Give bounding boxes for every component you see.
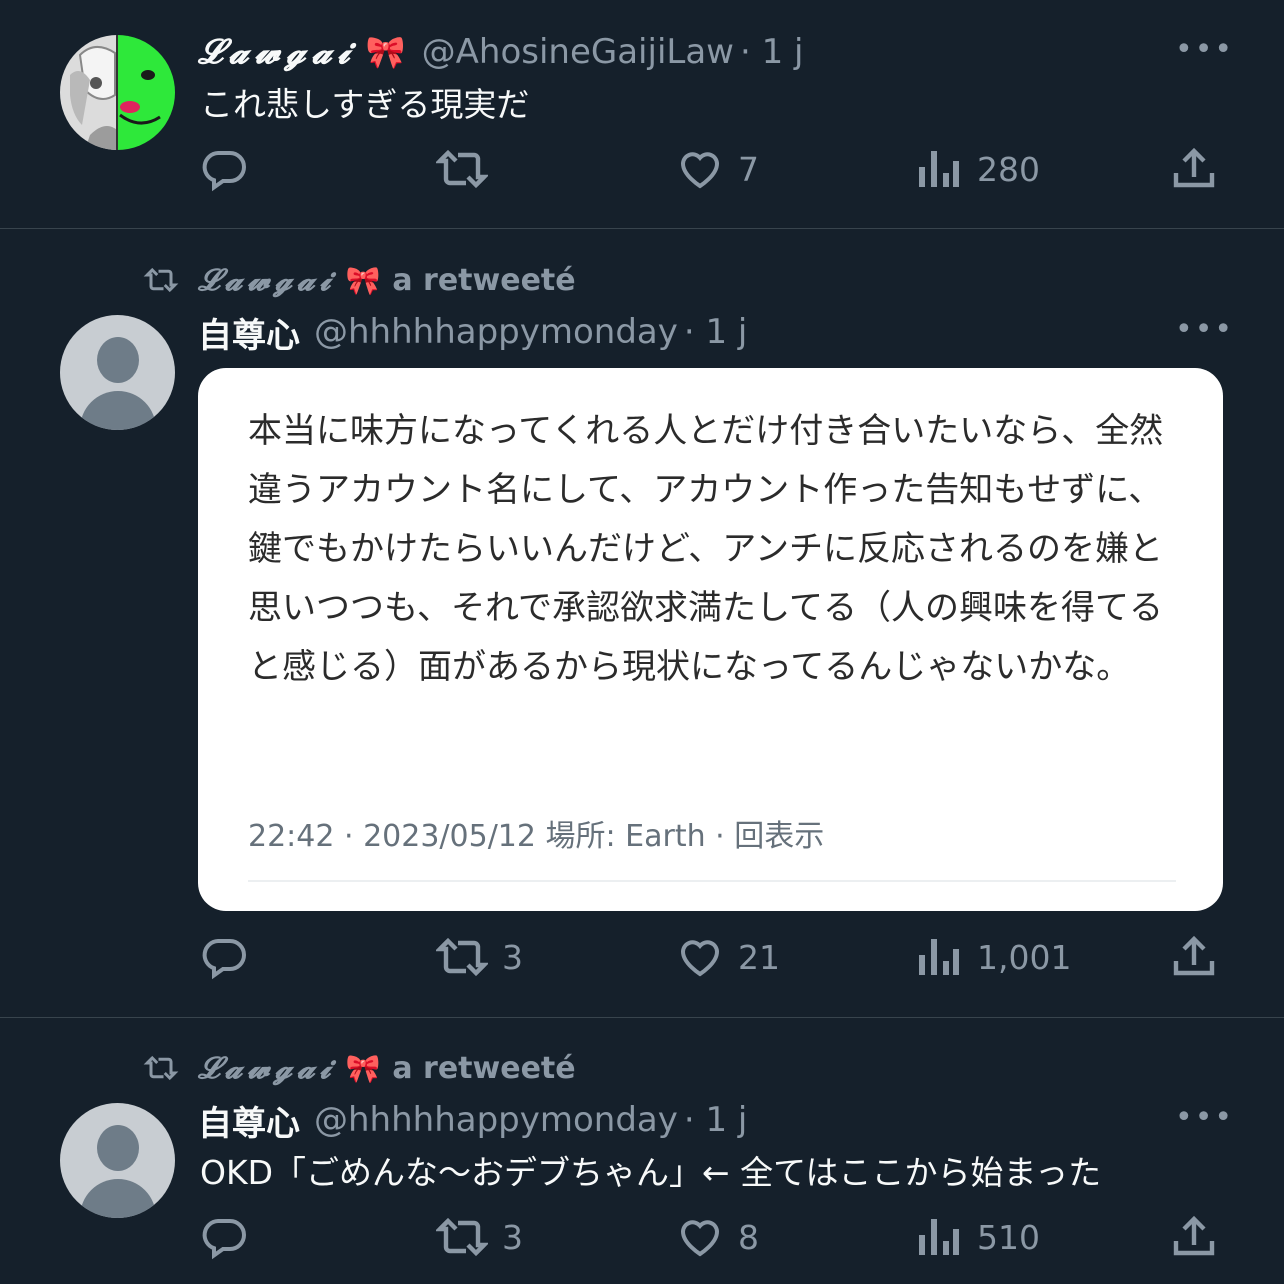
tweet-header: 自尊心 @hhhhhappymonday · 1 j — [198, 307, 747, 357]
reply-icon — [202, 151, 246, 192]
views-chart-icon — [919, 939, 959, 975]
avatar[interactable] — [60, 35, 175, 150]
retweet-icon — [436, 1217, 488, 1257]
tweet-time[interactable]: · 1 j — [684, 1100, 748, 1140]
tweet-text: これ悲しすぎる現実だ — [200, 85, 530, 124]
views-count: 1,001 — [977, 937, 1072, 977]
retweet-context: 𝓛𝓪𝔀𝓰𝓪𝓲 🎀 a retweeté — [142, 1046, 576, 1090]
views-chart-icon — [919, 1219, 959, 1255]
like-button[interactable]: 8 — [676, 1212, 759, 1262]
display-name[interactable]: 自尊心 — [198, 1096, 300, 1145]
display-name[interactable]: 𝓛𝓪𝔀𝓰𝓪𝓲 — [198, 32, 356, 72]
views-chart-icon — [919, 151, 959, 187]
default-avatar-head — [97, 337, 139, 383]
tweet-actions: 3 8 510 — [0, 1212, 1284, 1262]
like-button[interactable]: 7 — [676, 144, 759, 194]
user-handle[interactable]: @hhhhhappymonday — [314, 1100, 678, 1140]
reply-button[interactable] — [200, 932, 262, 982]
more-options-icon[interactable]: ••• — [1175, 1103, 1232, 1133]
heart-icon — [680, 1220, 720, 1257]
tweet-header: 𝓛𝓪𝔀𝓰𝓪𝓲 🎀 @AhosineGaijiLaw · 1 j — [198, 27, 804, 77]
share-button[interactable] — [1170, 932, 1218, 982]
heart-icon — [680, 940, 720, 977]
reply-icon — [202, 939, 246, 980]
retweet-button[interactable]: 3 — [436, 1212, 523, 1262]
like-count: 7 — [738, 149, 759, 189]
retweet-label: a retweeté — [392, 1050, 576, 1086]
avatar-image — [60, 35, 175, 150]
retweet-icon — [436, 937, 488, 977]
default-avatar-head — [97, 1125, 139, 1171]
screenshot-card[interactable]: 本当に味方になってくれる人とだけ付き合いたいなら、全然違うアカウント名にして、ア… — [198, 368, 1223, 911]
retweet-icon — [143, 1055, 179, 1081]
tweet-actions: 7 280 — [0, 144, 1284, 194]
views-button[interactable]: 280 — [915, 144, 1040, 194]
card-meta: 22:42 · 2023/05/12 場所: Earth · 回表示 — [248, 819, 825, 854]
more-options-icon[interactable]: ••• — [1175, 315, 1232, 345]
card-text: 本当に味方になってくれる人とだけ付き合いたいなら、全然違うアカウント名にして、ア… — [248, 411, 1164, 687]
share-icon — [1173, 1215, 1215, 1256]
reply-icon — [202, 1219, 246, 1260]
user-handle[interactable]: @AhosineGaijiLaw — [422, 32, 734, 72]
avatar[interactable] — [60, 1103, 175, 1218]
views-button[interactable]: 510 — [915, 1212, 1040, 1262]
tweet-text: OKD「ごめんな〜おデブちゃん」← 全てはここから始まった — [200, 1153, 1102, 1192]
retweeter-name[interactable]: 𝓛𝓪𝔀𝓰𝓪𝓲 — [198, 1051, 335, 1086]
retweet-context: 𝓛𝓪𝔀𝓰𝓪𝓲 🎀 a retweeté — [142, 258, 576, 302]
reply-button[interactable] — [200, 144, 262, 194]
retweet-icon — [143, 267, 179, 293]
share-button[interactable] — [1170, 1212, 1218, 1262]
retweet-label: a retweeté — [392, 262, 576, 298]
bow-emoji: 🎀 — [365, 33, 406, 71]
views-count: 280 — [977, 149, 1040, 189]
card-divider — [248, 880, 1176, 882]
tweet-time[interactable]: · 1 j — [740, 32, 804, 72]
like-count: 21 — [738, 937, 780, 977]
retweet-count: 3 — [502, 1217, 523, 1257]
tweet-header: 自尊心 @hhhhhappymonday · 1 j — [198, 1095, 747, 1145]
tweet-1[interactable]: 𝓛𝓪𝔀𝓰𝓪𝓲 🎀 @AhosineGaijiLaw · 1 j ••• これ悲し… — [0, 0, 1284, 228]
tweet-actions: 3 21 1,001 — [0, 932, 1284, 982]
retweet-button[interactable] — [436, 144, 502, 194]
reply-button[interactable] — [200, 1212, 262, 1262]
share-icon — [1173, 935, 1215, 976]
bow-emoji: 🎀 — [345, 263, 381, 297]
user-handle[interactable]: @hhhhhappymonday — [314, 312, 678, 352]
retweet-count: 3 — [502, 937, 523, 977]
like-button[interactable]: 21 — [676, 932, 780, 982]
like-count: 8 — [738, 1217, 759, 1257]
retweeter-name[interactable]: 𝓛𝓪𝔀𝓰𝓪𝓲 — [198, 263, 335, 298]
tweet-time[interactable]: · 1 j — [684, 312, 748, 352]
views-button[interactable]: 1,001 — [915, 932, 1071, 982]
share-icon — [1173, 147, 1215, 188]
share-button[interactable] — [1170, 144, 1218, 194]
retweet-icon — [436, 149, 488, 189]
default-avatar-body — [80, 391, 156, 430]
bow-emoji: 🎀 — [345, 1051, 381, 1085]
display-name[interactable]: 自尊心 — [198, 308, 300, 357]
retweet-button[interactable]: 3 — [436, 932, 523, 982]
more-options-icon[interactable]: ••• — [1175, 35, 1232, 65]
avatar[interactable] — [60, 315, 175, 430]
heart-icon — [680, 152, 720, 189]
views-count: 510 — [977, 1217, 1040, 1257]
